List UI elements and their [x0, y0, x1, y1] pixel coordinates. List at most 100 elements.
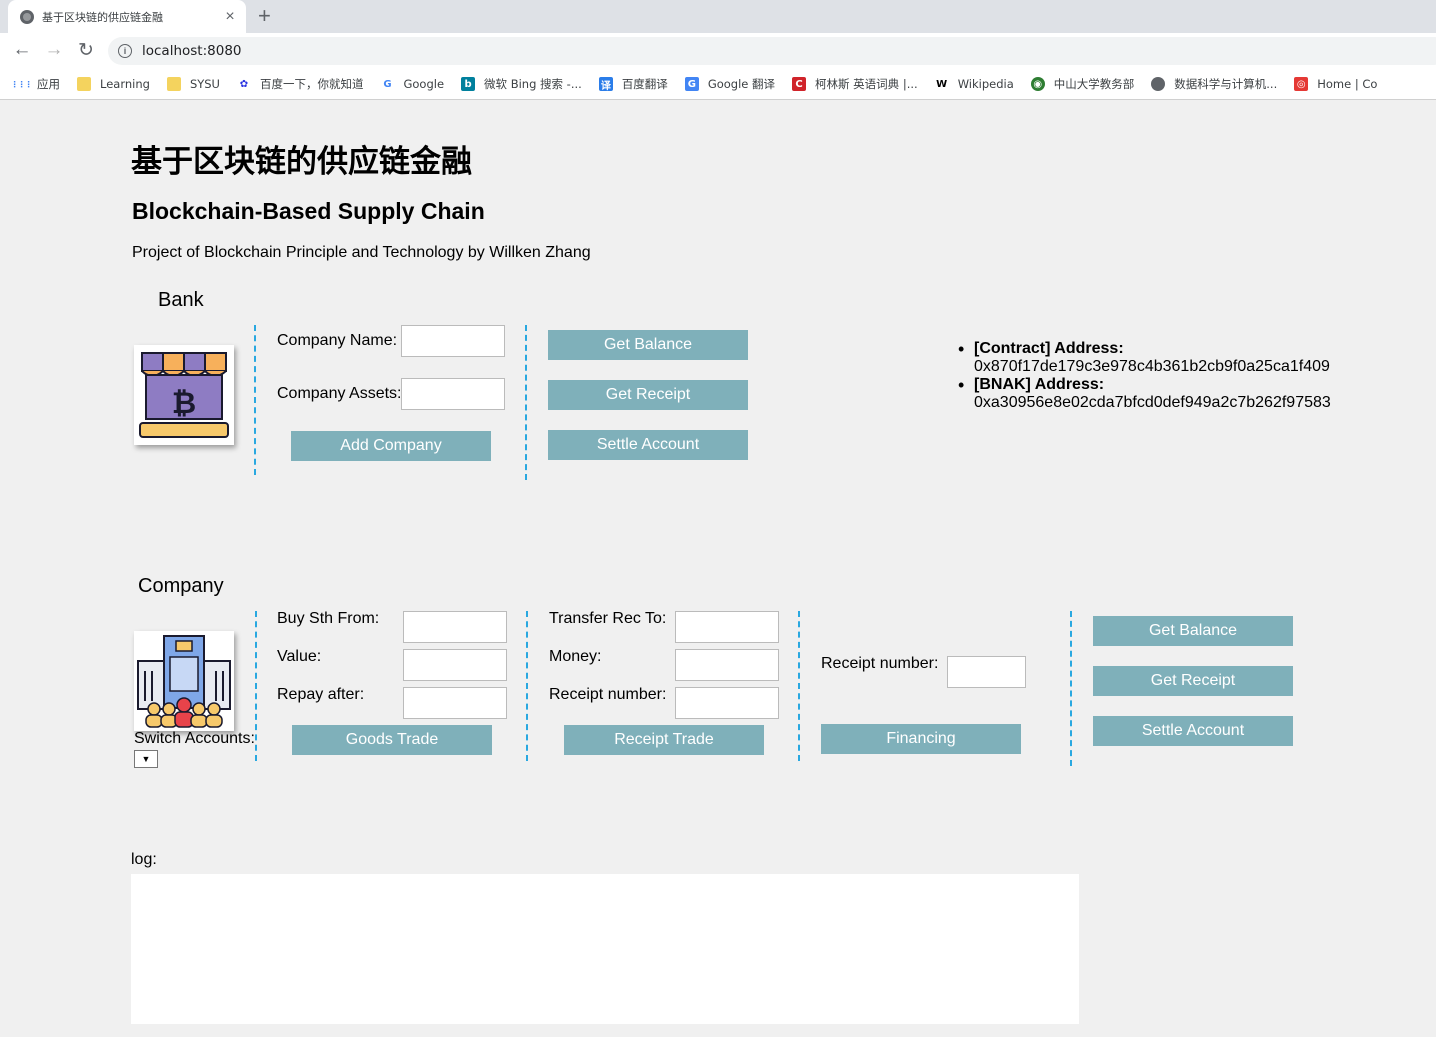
bookmark-label: Learning — [100, 77, 150, 91]
globe-icon — [1151, 77, 1166, 91]
bookmark-label: Home | Co — [1317, 77, 1378, 91]
repay-after-input[interactable] — [403, 687, 507, 719]
bookmark-label: 数据科学与计算机... — [1174, 77, 1278, 91]
company-section-label: Company — [138, 575, 224, 597]
bing-icon: b — [461, 77, 476, 91]
close-icon[interactable]: × — [220, 8, 240, 26]
add-company-button[interactable]: Add Company — [291, 431, 491, 461]
company-assets-input[interactable] — [401, 378, 505, 410]
switch-accounts-select[interactable]: ▼ — [134, 750, 158, 768]
log-output[interactable] — [131, 874, 1079, 1024]
project-description: Project of Blockchain Principle and Tech… — [132, 244, 591, 261]
bookmark-item[interactable]: ✿ 百度一下，你就知道 — [237, 76, 364, 92]
baidu-icon: ✿ — [239, 78, 249, 90]
bank-divider-2 — [525, 325, 527, 480]
bookmark-label: SYSU — [189, 77, 220, 91]
sysu-icon: ◉ — [1030, 77, 1045, 91]
back-arrow-icon[interactable]: ← — [10, 39, 34, 61]
svg-text:₿: ₿ — [172, 386, 196, 421]
bookmark-label: Google 翻译 — [707, 77, 776, 91]
bitcoin-store-icon: ₿ — [139, 352, 229, 438]
company-name-input[interactable] — [401, 325, 505, 357]
contract-address-value: 0x870f17de179c3e978c4b361b2cb9f0a25ca1f4… — [974, 358, 1330, 375]
bank-address-key: [BNAK] Address: — [974, 376, 1105, 393]
bank-get-balance-button[interactable]: Get Balance — [548, 330, 748, 360]
switch-accounts-label: Switch Accounts: — [134, 730, 255, 747]
money-label: Money: — [549, 648, 602, 665]
company-divider-2 — [526, 611, 528, 761]
folder-icon — [166, 77, 181, 91]
company-name-label: Company Name: — [277, 332, 398, 349]
apps-grid-icon: ⋮⋮⋮ — [10, 79, 33, 89]
bookmark-label: Wikipedia — [957, 77, 1014, 91]
bank-get-receipt-button[interactable]: Get Receipt — [548, 380, 748, 410]
receipt-number-input[interactable] — [675, 687, 779, 719]
reload-icon[interactable]: ↻ — [74, 39, 98, 62]
financing-button[interactable]: Financing — [821, 724, 1021, 754]
url-input[interactable]: i localhost:8080 — [108, 37, 1436, 65]
company-get-balance-button[interactable]: Get Balance — [1093, 616, 1293, 646]
url-text: localhost:8080 — [142, 43, 242, 59]
tab-title: 基于区块链的供应链金融 — [42, 10, 163, 24]
bookmark-item[interactable]: C 柯林斯 英语词典 |... — [792, 76, 918, 92]
chevron-down-icon: ▼ — [141, 754, 151, 764]
forward-arrow-icon[interactable]: → — [42, 39, 66, 61]
browser-tab[interactable]: 基于区块链的供应链金融 × — [8, 0, 246, 33]
bookmark-label: 百度一下，你就知道 — [259, 77, 364, 91]
goods-trade-button[interactable]: Goods Trade — [292, 725, 492, 755]
bookmark-item[interactable]: W Wikipedia — [935, 77, 1014, 91]
page-subtitle: Blockchain-Based Supply Chain — [132, 198, 485, 224]
bookmark-label: Google — [403, 77, 445, 91]
bookmark-label: 中山大学教务部 — [1053, 77, 1135, 91]
log-label: log: — [131, 851, 157, 868]
bookmark-item[interactable]: ◉ 中山大学教务部 — [1030, 76, 1135, 92]
bank-store-logo: ₿ — [134, 345, 234, 445]
receipt-number-label: Receipt number: — [549, 686, 667, 703]
google-translate-icon: G — [684, 77, 699, 91]
company-get-receipt-button[interactable]: Get Receipt — [1093, 666, 1293, 696]
office-building-icon — [137, 635, 231, 728]
collins-icon: C — [792, 77, 807, 91]
bookmark-item[interactable]: ⋮⋮⋮ 应用 — [10, 76, 61, 92]
wikipedia-icon: W — [936, 78, 948, 90]
money-input[interactable] — [675, 649, 779, 681]
company-divider-1 — [255, 611, 257, 761]
bookmark-item[interactable]: SYSU — [166, 77, 220, 91]
buy-from-input[interactable] — [403, 611, 507, 643]
bank-settle-account-button[interactable]: Settle Account — [548, 430, 748, 460]
new-tab-button[interactable]: + — [258, 3, 271, 29]
page-content: 基于区块链的供应链金融 Blockchain-Based Supply Chai… — [0, 100, 1436, 1037]
globe-icon — [20, 9, 34, 24]
receipt-trade-button[interactable]: Receipt Trade — [564, 725, 764, 755]
financing-receipt-input[interactable] — [947, 656, 1026, 688]
home-site-icon: ◎ — [1294, 77, 1309, 91]
bank-section-label: Bank — [158, 289, 204, 311]
bookmark-label: 柯林斯 英语词典 |... — [815, 77, 918, 91]
page-title: 基于区块链的供应链金融 — [131, 144, 472, 180]
bookmark-item[interactable]: G Google 翻译 — [684, 76, 776, 92]
company-divider-4 — [1070, 611, 1072, 766]
bookmark-label: 应用 — [37, 77, 60, 91]
google-icon: G — [383, 78, 392, 90]
contract-address-item: [Contract] Address: 0x870f17de179c3e978c… — [958, 340, 1331, 376]
value-input[interactable] — [403, 649, 507, 681]
baidu-translate-icon: 译 — [598, 77, 613, 92]
company-settle-account-button[interactable]: Settle Account — [1093, 716, 1293, 746]
bookmark-item[interactable]: ◎ Home | Co — [1294, 77, 1377, 91]
bookmark-label: 微软 Bing 搜索 -... — [484, 77, 582, 91]
financing-receipt-label: Receipt number: — [821, 655, 939, 672]
bookmark-item[interactable]: 译百度翻译 — [598, 76, 668, 92]
company-assets-label: Company Assets: — [277, 385, 402, 402]
browser-tab-bar: 基于区块链的供应链金融 × + — [0, 0, 1436, 33]
bank-address-value: 0xa30956e8e02cda7bfcd0def949a2c7b262f975… — [974, 394, 1331, 411]
bookmark-item[interactable]: b 微软 Bing 搜索 -... — [461, 76, 582, 92]
bookmark-label: 百度翻译 — [621, 77, 668, 91]
info-icon[interactable]: i — [118, 44, 132, 58]
transfer-to-input[interactable] — [675, 611, 779, 643]
bookmark-item[interactable]: Learning — [77, 77, 150, 91]
bookmark-item[interactable]: G Google — [380, 77, 444, 91]
company-building-logo — [134, 631, 234, 731]
value-label: Value: — [277, 648, 322, 665]
bookmarks-bar: ⋮⋮⋮ 应用 Learning SYSU ✿ 百度一下，你就知道 G Google b 微软 Bi… — [0, 69, 1436, 100]
bookmark-item[interactable]: 数据科学与计算机... — [1151, 76, 1277, 92]
